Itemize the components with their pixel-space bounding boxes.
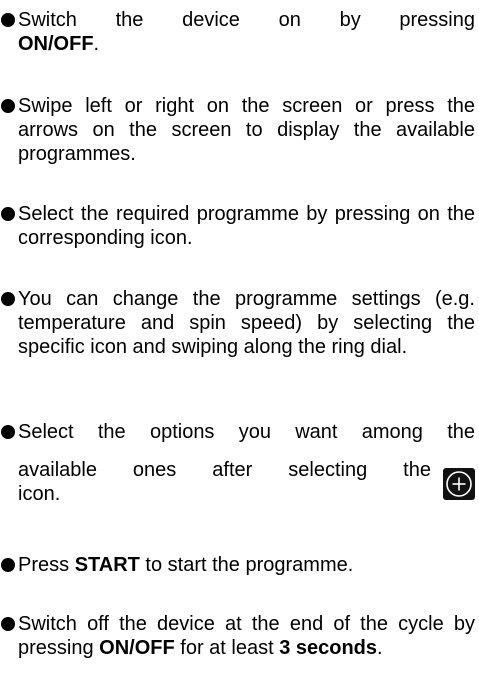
on-off-label: ON/OFF — [18, 33, 94, 55]
bullet-icon — [1, 207, 15, 221]
start-label: START — [74, 554, 140, 576]
bullet-icon — [1, 617, 15, 631]
item-text: Swipe left or right on the screen or pre… — [18, 95, 475, 165]
on-off-label: ON/OFF — [99, 637, 175, 659]
item-text: Select the required programme by pressin… — [18, 203, 475, 249]
instruction-item: You can change the programme settings (e… — [0, 287, 475, 359]
item-line: available ones after selecting the — [18, 459, 431, 481]
instruction-item: Swipe left or right on the screen or pre… — [0, 94, 475, 166]
item-line: Switch the device on by pressing — [18, 9, 475, 31]
plus-circle-icon — [443, 468, 475, 500]
instruction-item: Press START to start the programme. — [0, 553, 475, 577]
instruction-item: Select the options you want among the av… — [0, 420, 475, 530]
bullet-icon — [1, 292, 15, 306]
bullet-icon — [1, 425, 15, 439]
bullet-icon — [1, 558, 15, 572]
bullet-icon — [1, 99, 15, 113]
item-line: Select the options you want among the — [18, 421, 475, 443]
instruction-item: Switch the device on by pressing ON/OFF. — [0, 8, 475, 56]
duration-label: 3 seconds — [279, 637, 378, 659]
item-text: You can change the programme settings (e… — [18, 288, 475, 358]
instruction-item: Select the required programme by pressin… — [0, 202, 475, 250]
instruction-item: Switch off the device at the end of the … — [0, 612, 475, 660]
bullet-icon — [1, 13, 15, 27]
item-line: icon. — [18, 483, 61, 505]
